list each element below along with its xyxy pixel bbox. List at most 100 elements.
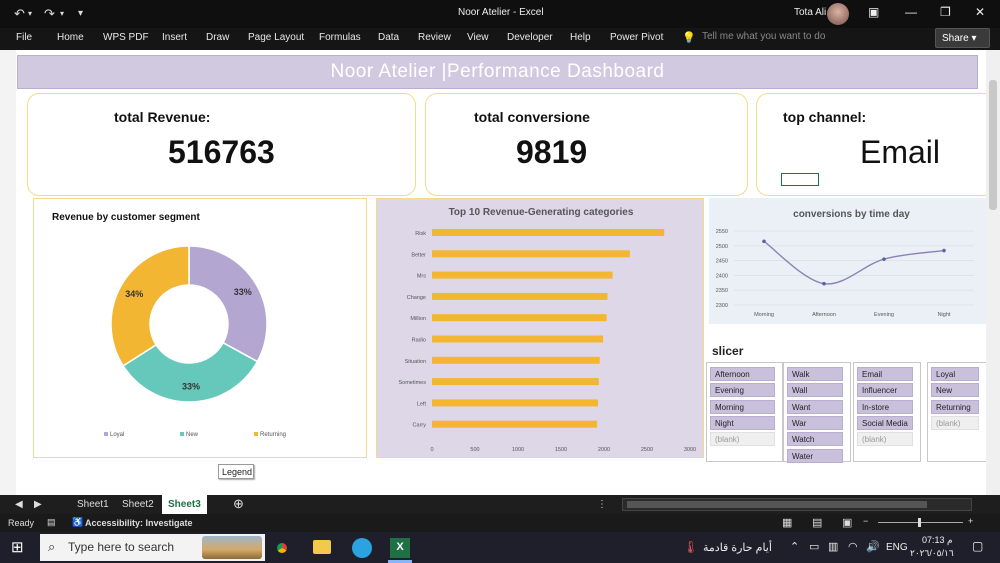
close-icon[interactable]: ✕ bbox=[975, 5, 985, 19]
slicer-item[interactable]: Morning bbox=[710, 399, 775, 414]
kpi-total-revenue: total Revenue: 516763 bbox=[27, 93, 416, 196]
slicer-segment[interactable]: Loyal New Returning (blank) bbox=[927, 362, 986, 462]
sheet-tab-2[interactable]: Sheet2 bbox=[122, 499, 154, 510]
tab-help[interactable]: Help bbox=[570, 32, 591, 43]
slicer-item[interactable]: Email bbox=[857, 367, 913, 381]
vertical-scrollbar[interactable] bbox=[986, 50, 1000, 495]
slicer-item[interactable]: Loyal bbox=[931, 367, 979, 381]
chevron-down-icon[interactable]: ▾ bbox=[28, 9, 32, 18]
donut-chart: 33% 33% 34% Loyal New Returning bbox=[104, 245, 286, 438]
customize-qat-icon[interactable]: ▾ bbox=[78, 8, 83, 19]
clock-time[interactable]: 07:13 م bbox=[922, 535, 953, 546]
tab-developer[interactable]: Developer bbox=[507, 32, 553, 43]
zoom-out-icon[interactable]: − bbox=[863, 516, 868, 526]
tab-review[interactable]: Review bbox=[418, 32, 451, 43]
tab-view[interactable]: View bbox=[467, 32, 489, 43]
volume-icon[interactable]: 🔊 bbox=[866, 540, 880, 553]
zoom-in-icon[interactable]: + bbox=[968, 516, 973, 526]
more-options-icon[interactable]: ⋮ bbox=[597, 499, 607, 510]
slicer-item[interactable]: Walk bbox=[787, 367, 843, 381]
restore-icon[interactable]: ❐ bbox=[940, 5, 951, 19]
scrollbar-thumb[interactable] bbox=[989, 80, 997, 210]
slicer-item[interactable]: (blank) bbox=[710, 432, 775, 447]
tell-me-search[interactable]: Tell me what you want to do bbox=[702, 31, 825, 42]
network-icon[interactable]: ▥ bbox=[828, 540, 838, 553]
slicer-item[interactable]: Evening bbox=[710, 383, 775, 398]
window-title: Noor Atelier - Excel bbox=[458, 7, 544, 18]
scrollbar-thumb[interactable] bbox=[627, 501, 927, 508]
horizontal-scrollbar[interactable] bbox=[622, 498, 972, 511]
tab-data[interactable]: Data bbox=[378, 32, 399, 43]
slicer-item[interactable]: Social Media bbox=[857, 415, 913, 430]
undo-icon[interactable]: ↶ bbox=[14, 6, 25, 22]
tab-file[interactable]: File bbox=[16, 32, 32, 43]
data-label: 33% bbox=[234, 287, 252, 297]
user-name[interactable]: Tota Ali bbox=[794, 7, 826, 18]
telegram-icon[interactable] bbox=[352, 538, 372, 558]
taskbar-search[interactable]: ⌕ Type here to search bbox=[40, 534, 265, 561]
wifi-icon[interactable]: ◠ bbox=[848, 540, 858, 553]
prev-sheet-icon[interactable]: ◀ bbox=[15, 499, 23, 510]
slicer-time-of-day[interactable]: Afternoon Evening Morning Night (blank) bbox=[706, 362, 783, 462]
redo-icon[interactable]: ↷ bbox=[44, 6, 55, 22]
title-bar: ↶ ▾ ↷ ▾ ▾ Noor Atelier - Excel Tota Ali … bbox=[0, 0, 1000, 28]
avatar[interactable] bbox=[827, 3, 849, 25]
slicer-item[interactable]: New bbox=[931, 383, 979, 398]
language-indicator[interactable]: ENG bbox=[886, 542, 908, 553]
slicer-item[interactable]: Influencer bbox=[857, 383, 913, 398]
legend-marker bbox=[254, 432, 258, 436]
slicer-item[interactable]: Watch bbox=[787, 432, 843, 447]
tab-power-pivot[interactable]: Power Pivot bbox=[610, 32, 663, 43]
tab-wps-pdf[interactable]: WPS PDF bbox=[103, 32, 149, 43]
slicer-item[interactable]: Want bbox=[787, 399, 843, 414]
data-point bbox=[942, 248, 946, 253]
windows-start-icon[interactable]: ⊞ bbox=[11, 538, 24, 556]
donut-chart-panel[interactable]: Revenue by customer segment 33% 33% 34% Loy… bbox=[33, 198, 367, 458]
tab-draw[interactable]: Draw bbox=[206, 32, 229, 43]
sheet-tab-3[interactable]: Sheet3 bbox=[162, 495, 207, 514]
slicer-item[interactable]: In-store bbox=[857, 399, 913, 414]
tab-page-layout[interactable]: Page Layout bbox=[248, 32, 304, 43]
line-chart-panel[interactable]: conversions by time day 2300 2350 2400 2450… bbox=[709, 198, 986, 324]
tray-app-icon[interactable]: ▭ bbox=[809, 540, 819, 553]
next-sheet-icon[interactable]: ▶ bbox=[34, 499, 42, 510]
legend-entry: Loyal bbox=[110, 432, 124, 438]
tab-home[interactable]: Home bbox=[57, 32, 84, 43]
accessibility-icon[interactable]: ♿ bbox=[72, 517, 83, 528]
tab-insert[interactable]: Insert bbox=[162, 32, 187, 43]
normal-view-icon[interactable]: ▦ bbox=[782, 516, 792, 529]
accessibility-status[interactable]: Accessibility: Investigate bbox=[85, 518, 193, 528]
file-explorer-icon[interactable] bbox=[313, 540, 331, 554]
sheet-tab-1[interactable]: Sheet1 bbox=[77, 499, 109, 510]
excel-taskbar-icon[interactable]: X bbox=[390, 538, 410, 558]
page-layout-view-icon[interactable]: ▤ bbox=[812, 516, 822, 529]
slicer-item[interactable]: (blank) bbox=[931, 415, 979, 430]
notifications-icon[interactable]: ▢ bbox=[972, 539, 983, 553]
chrome-icon[interactable] bbox=[273, 539, 291, 557]
slicer-item[interactable]: Water bbox=[787, 448, 843, 463]
slicer-item[interactable]: Afternoon bbox=[710, 367, 775, 381]
tray-chevron-icon[interactable]: ⌃ bbox=[790, 540, 799, 553]
weather-text[interactable]: أيام حارة قادمة bbox=[703, 541, 772, 554]
slicer-item[interactable]: (blank) bbox=[857, 432, 913, 447]
slicer-item[interactable]: Night bbox=[710, 415, 775, 430]
slicer-category[interactable]: Walk Wall Want War Watch Water bbox=[783, 362, 851, 463]
ribbon-display-icon[interactable]: ▣ bbox=[868, 5, 879, 19]
share-button[interactable]: Share ▾ bbox=[935, 28, 990, 48]
zoom-slider-thumb[interactable] bbox=[918, 518, 921, 527]
selected-cell[interactable] bbox=[781, 173, 819, 186]
y-tick-label: 2500 bbox=[716, 244, 728, 250]
slicer-item[interactable]: Wall bbox=[787, 383, 843, 398]
tab-formulas[interactable]: Formulas bbox=[319, 32, 361, 43]
chevron-down-icon[interactable]: ▾ bbox=[60, 9, 64, 18]
clock-date[interactable]: ٢٠٢٦/٠٥/١٦ bbox=[910, 548, 954, 559]
slicer-item[interactable]: War bbox=[787, 415, 843, 430]
data-point bbox=[822, 281, 826, 286]
slicer-channel[interactable]: Email Influencer In-store Social Media (blan… bbox=[853, 362, 921, 462]
add-sheet-icon[interactable]: ⊕ bbox=[233, 496, 244, 512]
macro-icon[interactable]: ▤ bbox=[47, 517, 56, 528]
slicer-item[interactable]: Returning bbox=[931, 399, 979, 414]
minimize-icon[interactable]: — bbox=[905, 5, 917, 19]
bar-chart-panel[interactable]: Top 10 Revenue-Generating categories Ris… bbox=[376, 198, 704, 458]
page-break-view-icon[interactable]: ▣ bbox=[842, 516, 852, 529]
